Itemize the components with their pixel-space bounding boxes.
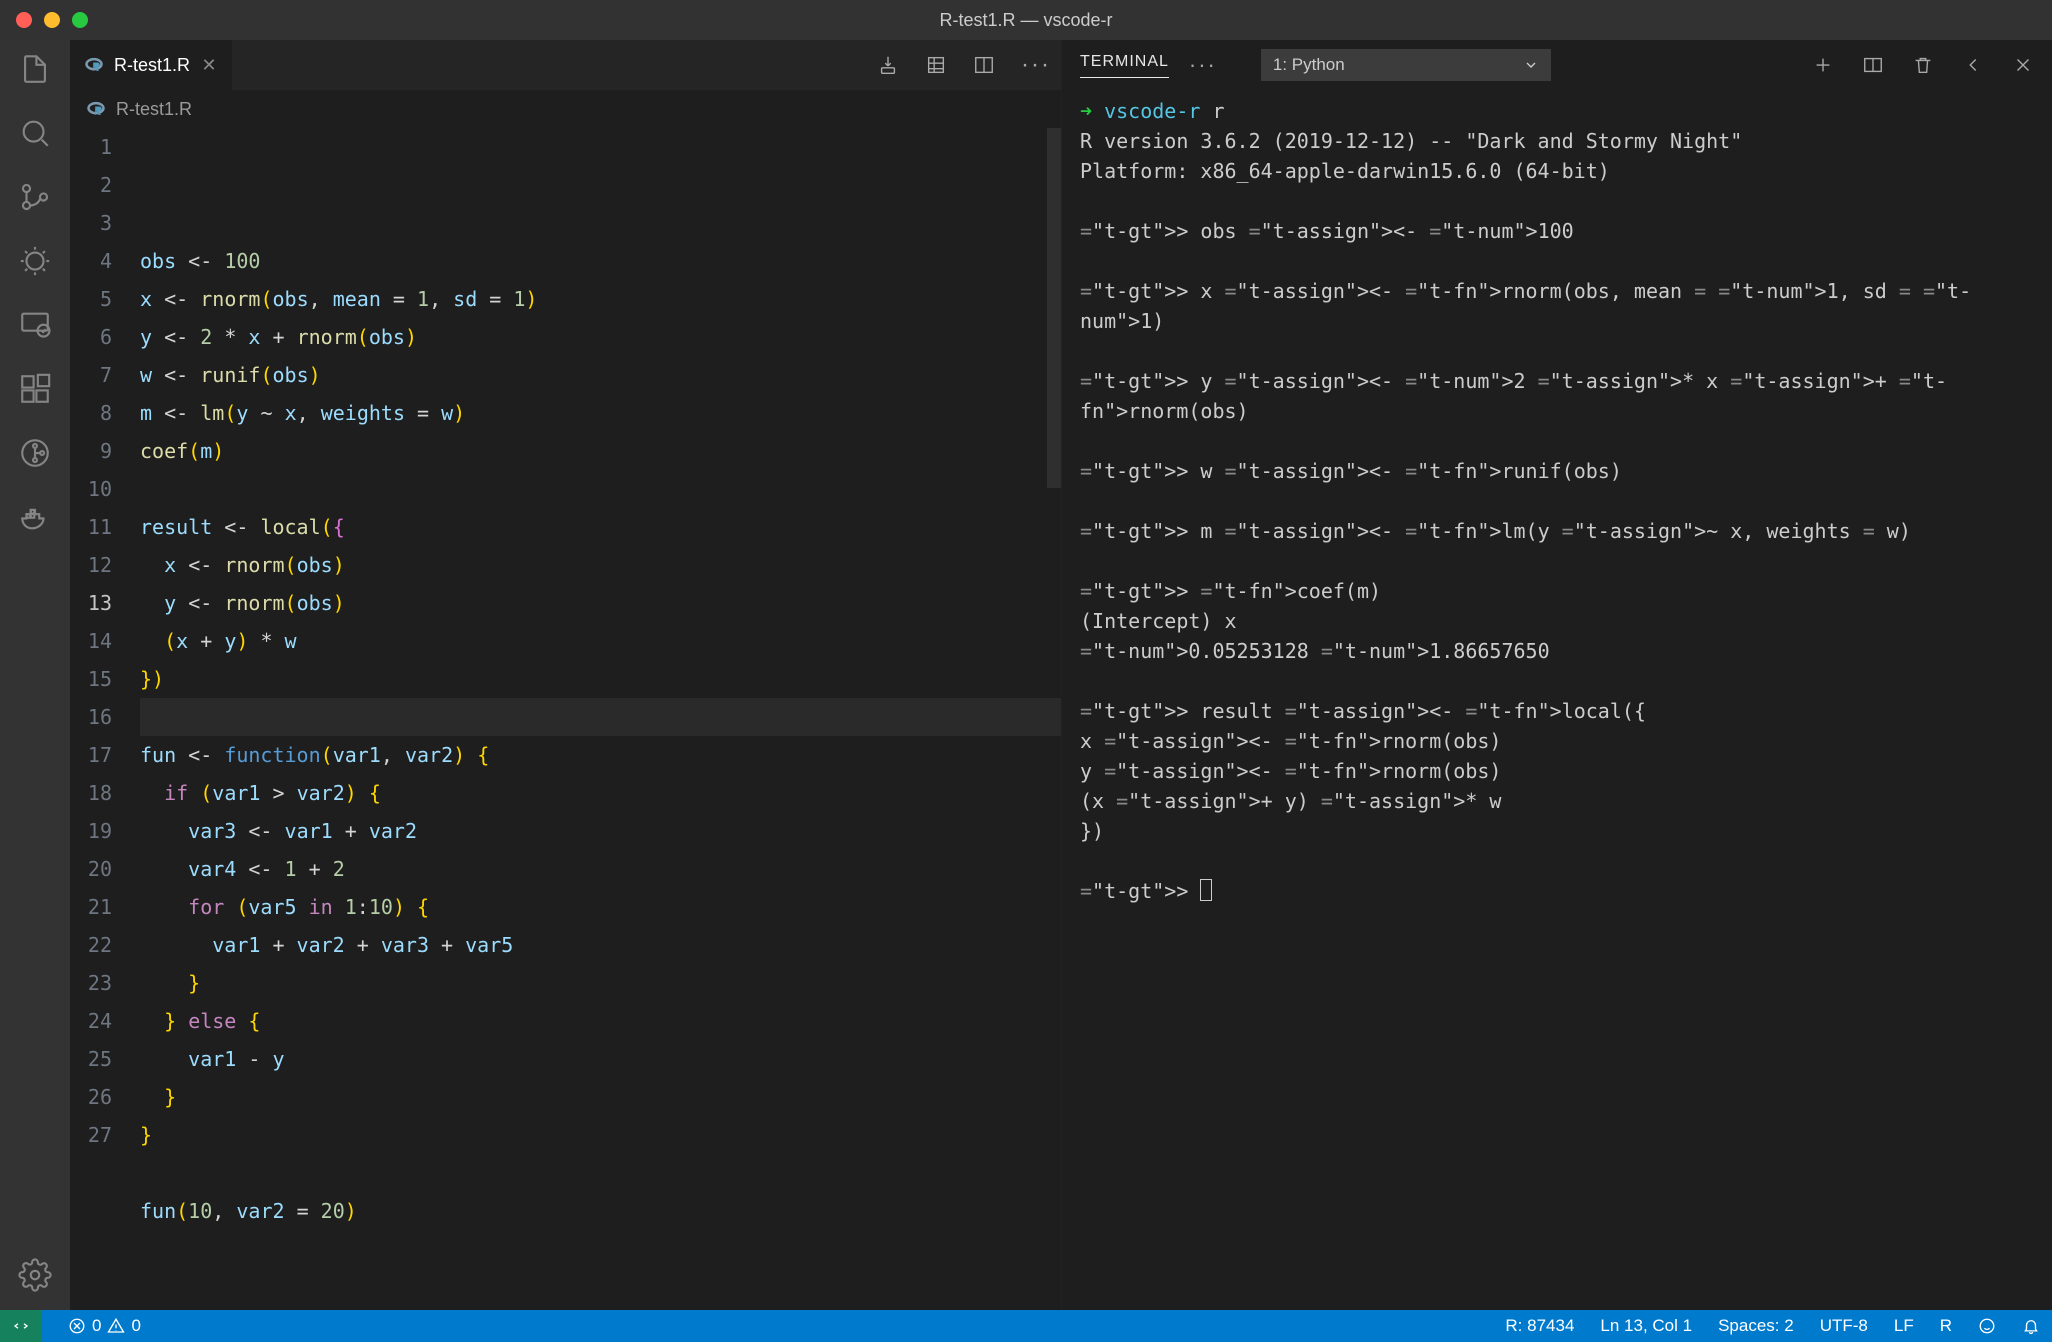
panel-header: TERMINAL ··· 1: Python [1062,40,2052,90]
window-titlebar: R-test1.R — vscode-r [0,0,2052,40]
new-terminal-icon[interactable] [1812,54,1834,76]
split-terminal-icon[interactable] [1862,54,1884,76]
cursor-position-status[interactable]: Ln 13, Col 1 [1600,1316,1692,1336]
encoding-status[interactable]: UTF-8 [1820,1316,1868,1336]
tab-label: R-test1.R [114,55,190,76]
more-actions-icon[interactable]: ··· [1021,54,1043,76]
maximize-window-button[interactable] [72,12,88,28]
search-icon[interactable] [18,116,52,150]
panel: TERMINAL ··· 1: Python ➜ vscode-r rR ver… [1061,40,2052,1310]
eol-status[interactable]: LF [1894,1316,1914,1336]
chevron-down-icon [1523,57,1539,73]
terminal-selector[interactable]: 1: Python [1261,49,1551,81]
warning-count: 0 [131,1316,140,1336]
r-file-icon [86,99,106,119]
panel-more-icon[interactable]: ··· [1189,52,1217,78]
panel-tab-terminal[interactable]: TERMINAL [1080,53,1169,78]
code-content[interactable]: obs <- 100x <- rnorm(obs, mean = 1, sd =… [126,128,1061,1310]
close-window-button[interactable] [16,12,32,28]
remote-explorer-icon[interactable] [18,308,52,342]
feedback-icon[interactable] [1978,1317,1996,1335]
window-title: R-test1.R — vscode-r [939,10,1112,31]
status-bar: 0 0 R: 87434 Ln 13, Col 1 Spaces: 2 UTF-… [0,1310,2052,1342]
panel-previous-icon[interactable] [1962,54,1984,76]
close-tab-icon[interactable]: ✕ [200,55,218,76]
notifications-icon[interactable] [2022,1317,2040,1335]
problems-status[interactable]: 0 0 [68,1316,141,1336]
window-controls [16,12,88,28]
kill-terminal-icon[interactable] [1912,54,1934,76]
r-file-icon [84,55,104,75]
remote-indicator[interactable] [0,1310,42,1342]
run-source-icon[interactable] [877,54,899,76]
r-data-icon[interactable] [925,54,947,76]
error-count: 0 [92,1316,101,1336]
tab-r-test1[interactable]: R-test1.R ✕ [70,40,233,90]
git-graph-icon[interactable] [18,436,52,470]
extensions-icon[interactable] [18,372,52,406]
language-mode-status[interactable]: R [1940,1316,1952,1336]
split-editor-icon[interactable] [973,54,995,76]
terminal-selector-label: 1: Python [1273,55,1345,75]
minimize-window-button[interactable] [44,12,60,28]
settings-gear-icon[interactable] [18,1258,52,1292]
editor-group: R-test1.R ✕ ··· R-test1.R 12345678910111… [70,40,1061,1310]
breadcrumb-file: R-test1.R [116,99,192,120]
editor-actions: ··· [877,40,1061,90]
panel-close-icon[interactable] [2012,54,2034,76]
indentation-status[interactable]: Spaces: 2 [1718,1316,1794,1336]
source-control-icon[interactable] [18,180,52,214]
explorer-icon[interactable] [18,52,52,86]
terminal-body[interactable]: ➜ vscode-r rR version 3.6.2 (2019-12-12)… [1062,90,2052,1310]
editor-tabs: R-test1.R ✕ ··· [70,40,1061,90]
r-session-status[interactable]: R: 87434 [1505,1316,1574,1336]
breadcrumbs[interactable]: R-test1.R [70,90,1061,128]
minimap[interactable] [1047,128,1061,488]
line-number-gutter: 1234567891011121314151617181920212223242… [70,128,126,1310]
docker-icon[interactable] [18,500,52,534]
code-editor[interactable]: 1234567891011121314151617181920212223242… [70,128,1061,1310]
debug-icon[interactable] [18,244,52,278]
activity-bar [0,40,70,1310]
